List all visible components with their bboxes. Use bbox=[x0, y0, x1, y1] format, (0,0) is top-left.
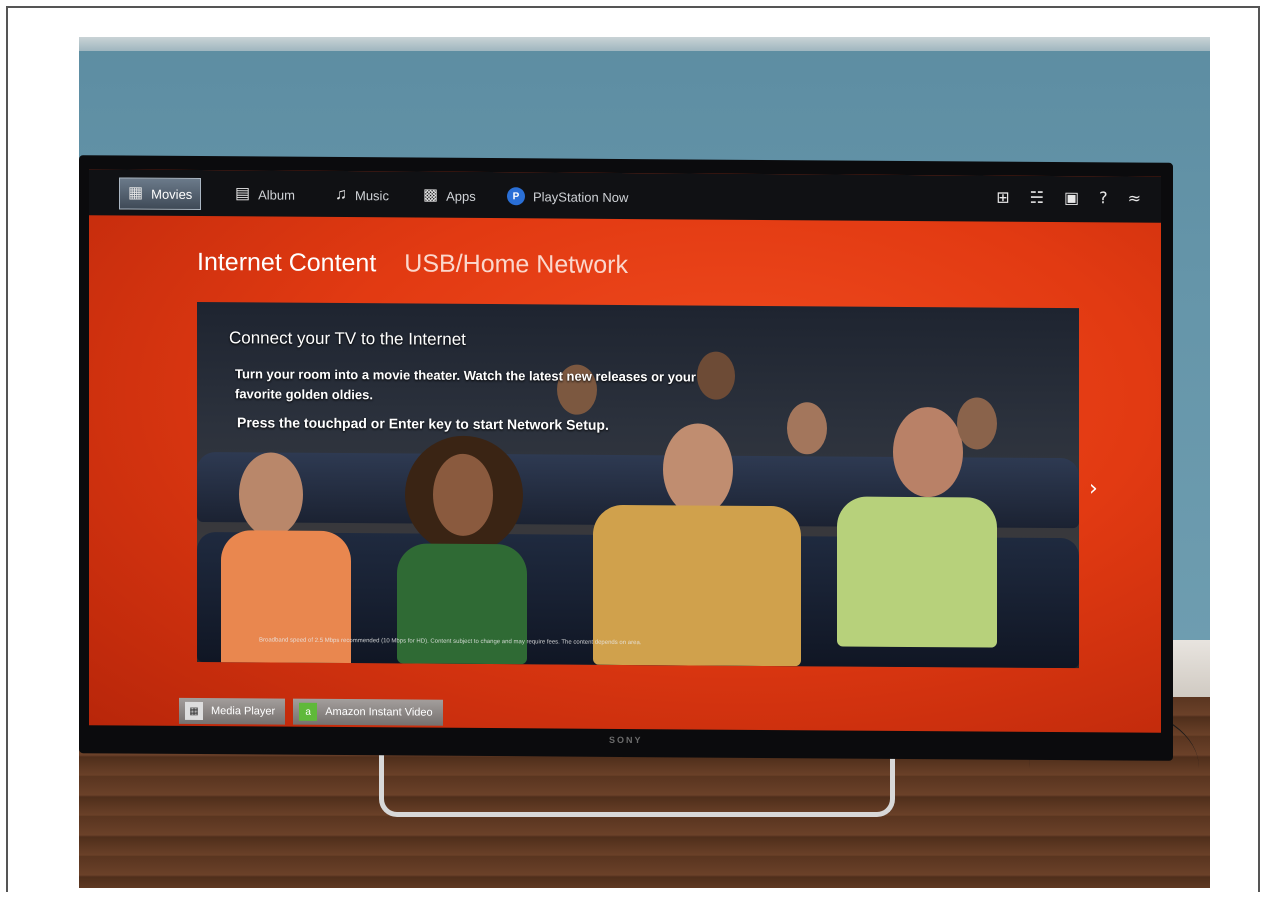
amazon-icon: a bbox=[299, 702, 318, 721]
nav-music[interactable]: ♫ Music bbox=[335, 179, 389, 211]
nav-movies-label: Movies bbox=[151, 186, 193, 202]
toolbox-icon[interactable]: ▣ bbox=[1064, 188, 1079, 207]
music-note-icon: ♫ bbox=[335, 185, 347, 204]
tab-usb-home-network[interactable]: USB/Home Network bbox=[404, 249, 628, 280]
hero-title: Connect your TV to the Internet bbox=[229, 328, 466, 349]
nav-music-label: Music bbox=[355, 187, 389, 203]
crown-molding bbox=[79, 37, 1210, 51]
tv-screen: ▦ Movies ▤ Album ♫ Music ▩ Apps P PlaySt… bbox=[89, 169, 1161, 733]
nav-playstation-label: PlayStation Now bbox=[533, 188, 629, 205]
app-amazon-instant-video[interactable]: a Amazon Instant Video bbox=[293, 698, 443, 726]
hero-description: Turn your room into a movie theater. Wat… bbox=[235, 366, 696, 403]
hero-instruction: Press the touchpad or Enter key to start… bbox=[237, 414, 609, 433]
app-amazon-label: Amazon Instant Video bbox=[325, 705, 433, 719]
photo: ▦ Movies ▤ Album ♫ Music ▩ Apps P PlaySt… bbox=[79, 37, 1210, 888]
wifi-off-icon[interactable]: ≈ bbox=[1128, 189, 1141, 208]
sony-logo: SONY bbox=[609, 734, 643, 746]
playstation-icon: P bbox=[507, 187, 525, 206]
content-tabs: Internet Content USB/Home Network bbox=[197, 248, 628, 280]
image-frame: ▦ Movies ▤ Album ♫ Music ▩ Apps P PlaySt… bbox=[6, 6, 1260, 892]
nav-playstation-now[interactable]: P PlayStation Now bbox=[507, 180, 628, 213]
nav-apps-label: Apps bbox=[446, 188, 476, 204]
film-icon: ▦ bbox=[128, 184, 144, 202]
network-icon[interactable]: ☵ bbox=[1030, 188, 1044, 207]
photo-icon: ▤ bbox=[235, 185, 251, 203]
nav-album-label: Album bbox=[258, 186, 295, 203]
hero-banner[interactable]: Connect your TV to the Internet Turn you… bbox=[197, 302, 1079, 669]
apps-grid-icon: ▩ bbox=[423, 186, 439, 204]
input-icon[interactable]: ⊞ bbox=[996, 188, 1009, 207]
nav-movies[interactable]: ▦ Movies bbox=[119, 177, 202, 211]
top-menu-bar: ▦ Movies ▤ Album ♫ Music ▩ Apps P PlaySt… bbox=[89, 169, 1161, 223]
nav-apps[interactable]: ▩ Apps bbox=[423, 180, 476, 212]
app-media-player[interactable]: ▦ Media Player bbox=[179, 697, 286, 725]
top-right-icons: ⊞ ☵ ▣ ? ≈ bbox=[996, 188, 1141, 208]
media-player-icon: ▦ bbox=[185, 701, 203, 721]
tab-internet-content[interactable]: Internet Content bbox=[197, 248, 376, 278]
app-media-player-label: Media Player bbox=[211, 705, 276, 718]
television: ▦ Movies ▤ Album ♫ Music ▩ Apps P PlaySt… bbox=[79, 155, 1173, 761]
nav-album[interactable]: ▤ Album bbox=[235, 178, 295, 210]
chevron-right-icon[interactable]: › bbox=[1089, 476, 1098, 501]
bottom-apps: ▦ Media Player a Amazon Instant Video bbox=[179, 697, 443, 726]
help-icon[interactable]: ? bbox=[1099, 188, 1108, 207]
